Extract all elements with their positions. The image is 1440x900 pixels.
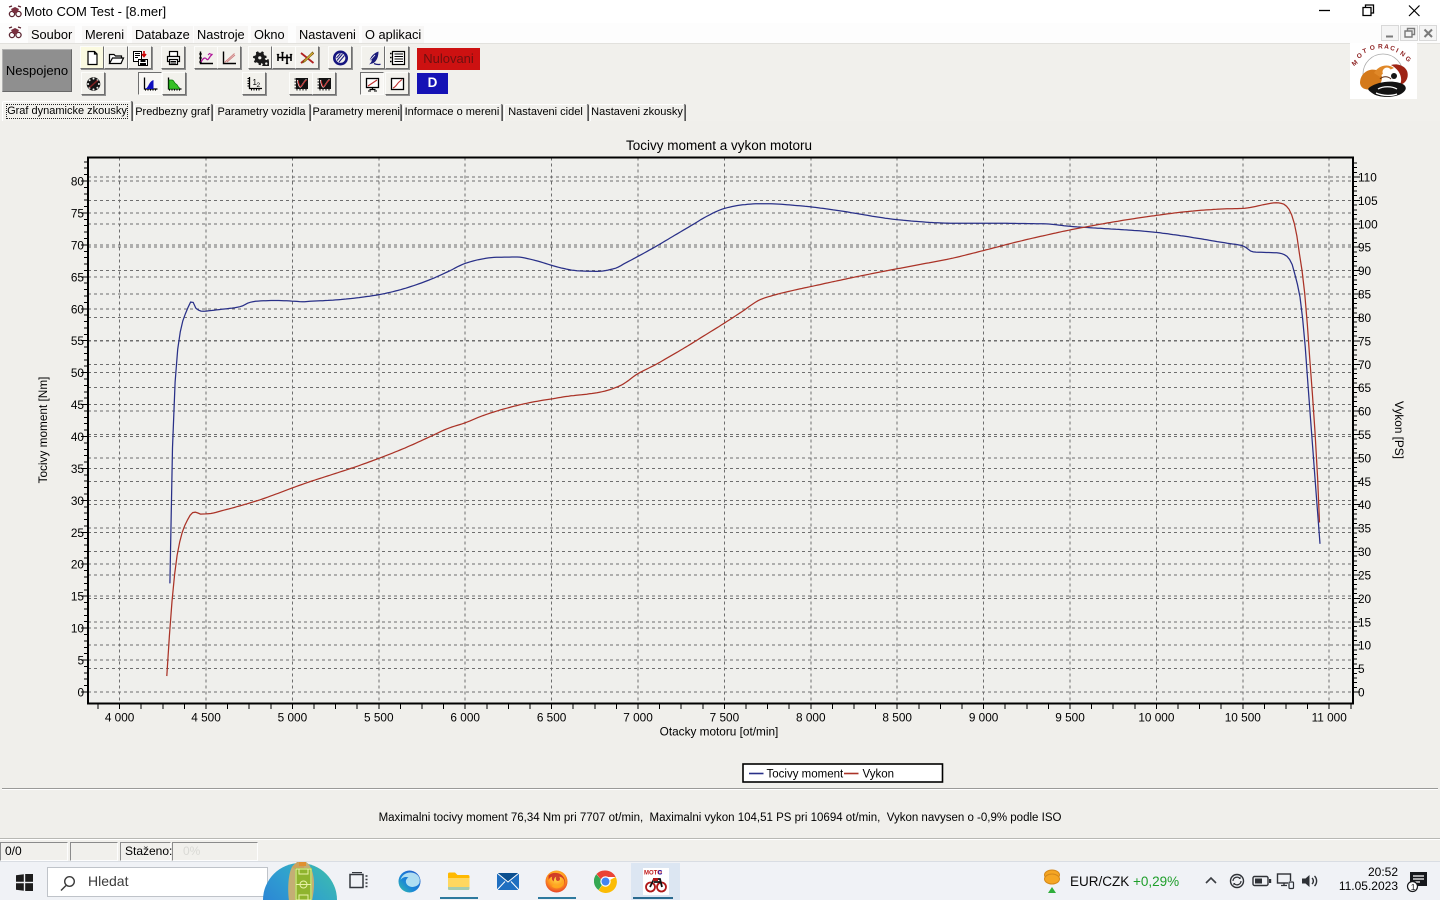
svg-text:45: 45 (1358, 475, 1372, 489)
svg-text:10: 10 (1358, 639, 1372, 653)
svg-text:Tocivy moment: Tocivy moment (767, 769, 844, 781)
svg-text:110: 110 (1358, 171, 1377, 185)
svg-text:15: 15 (1358, 615, 1372, 629)
svg-text:4 000: 4 000 (105, 711, 135, 725)
svg-text:6 000: 6 000 (450, 711, 480, 725)
svg-text:10 000: 10 000 (1138, 711, 1175, 725)
svg-text:35: 35 (1358, 522, 1372, 536)
svg-text:30: 30 (71, 494, 85, 508)
svg-text:105: 105 (1358, 194, 1378, 208)
svg-text:35: 35 (71, 462, 85, 476)
svg-text:25: 25 (1358, 569, 1372, 583)
svg-text:75: 75 (71, 206, 85, 220)
svg-text:7 000: 7 000 (623, 711, 653, 725)
svg-text:40: 40 (71, 430, 85, 444)
svg-text:Otacky motoru [ot/min]: Otacky motoru [ot/min] (660, 725, 779, 739)
svg-text:50: 50 (71, 366, 85, 380)
svg-text:55: 55 (71, 334, 85, 348)
svg-text:10 500: 10 500 (1225, 711, 1262, 725)
svg-text:70: 70 (1358, 358, 1372, 372)
svg-text:60: 60 (1358, 405, 1372, 419)
svg-text:Vykon [PS]: Vykon [PS] (1392, 401, 1406, 459)
svg-text:11 000: 11 000 (1312, 711, 1348, 725)
svg-text:9 500: 9 500 (1055, 711, 1085, 725)
svg-text:80: 80 (71, 175, 85, 189)
svg-text:C: C (658, 871, 663, 877)
svg-text:45: 45 (71, 398, 85, 412)
svg-text:8 000: 8 000 (796, 711, 826, 725)
svg-text:70: 70 (71, 238, 85, 252)
svg-text:8 500: 8 500 (882, 711, 912, 725)
svg-text:95: 95 (1358, 241, 1372, 255)
svg-text:55: 55 (1358, 428, 1372, 442)
svg-text:85: 85 (1358, 288, 1372, 302)
svg-text:65: 65 (1358, 381, 1372, 395)
svg-text:65: 65 (71, 270, 85, 284)
svg-text:80: 80 (1358, 311, 1372, 325)
svg-text:50: 50 (1358, 451, 1372, 465)
svg-text:0: 0 (1358, 686, 1365, 700)
svg-text:O: O (1369, 44, 1375, 52)
svg-text:5 500: 5 500 (364, 711, 394, 725)
svg-text:4 500: 4 500 (191, 711, 221, 725)
svg-text:75: 75 (1358, 334, 1372, 348)
svg-text:6 500: 6 500 (537, 711, 567, 725)
svg-text:100: 100 (1358, 217, 1378, 231)
svg-text:30: 30 (1358, 545, 1372, 559)
svg-text:9 000: 9 000 (969, 711, 999, 725)
svg-text:2: 2 (256, 82, 260, 89)
svg-text:5 000: 5 000 (278, 711, 308, 725)
svg-text:Tocivy moment [Nm]: Tocivy moment [Nm] (36, 377, 50, 484)
svg-text:25: 25 (71, 526, 85, 540)
svg-text:20: 20 (71, 558, 85, 572)
svg-text:5: 5 (77, 654, 84, 668)
svg-text:Tocivy moment a vykon motoru: Tocivy moment a vykon motoru (626, 138, 812, 153)
svg-text:0: 0 (77, 686, 84, 700)
svg-text:5: 5 (1358, 662, 1365, 676)
svg-text:10: 10 (71, 622, 85, 636)
svg-text:Vykon: Vykon (863, 769, 895, 781)
svg-text:1: 1 (1411, 882, 1416, 892)
svg-text:90: 90 (1358, 264, 1372, 278)
svg-text:60: 60 (71, 302, 85, 316)
svg-text:R: R (1378, 44, 1383, 51)
svg-text:20: 20 (1358, 592, 1372, 606)
svg-text:7 500: 7 500 (710, 711, 740, 725)
svg-text:40: 40 (1358, 498, 1372, 512)
svg-text:15: 15 (71, 590, 85, 604)
